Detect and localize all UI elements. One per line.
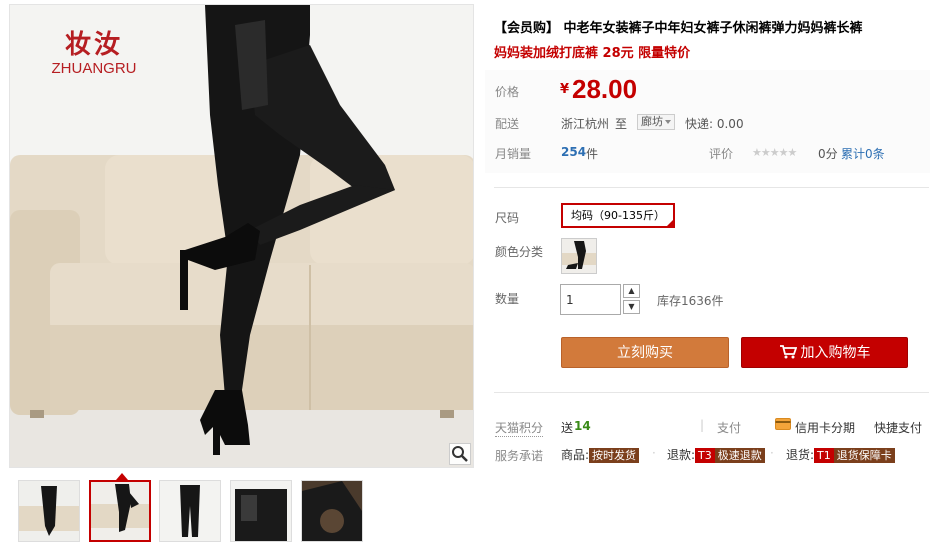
quantity-label: 数量 bbox=[495, 292, 520, 306]
thumbnail-1[interactable] bbox=[18, 480, 80, 542]
tmall-points-label: 天猫积分 bbox=[495, 421, 544, 437]
quantity-increase-button[interactable]: ▲ bbox=[623, 284, 640, 298]
on-time-delivery-badge: 按时发货 bbox=[589, 448, 640, 463]
product-title: 【会员购】 中老年女装裤子中年妇女裤子休闲裤弹力妈妈裤长裤 妈妈装加绒打底裤 2… bbox=[494, 16, 919, 66]
destination-select[interactable]: 廊坊 bbox=[637, 114, 675, 130]
size-label: 尺码 bbox=[495, 211, 520, 225]
shipping-label: 配送 bbox=[495, 117, 520, 131]
quick-pay-link[interactable]: 快捷支付 bbox=[874, 419, 922, 436]
service-refund-label: 退款: bbox=[667, 448, 696, 462]
return-code-badge: T1 bbox=[814, 448, 834, 463]
shipping-from: 浙江杭州 bbox=[561, 117, 610, 131]
quantity-input[interactable] bbox=[560, 284, 621, 315]
service-return-label: 退货: bbox=[786, 448, 815, 462]
rating-score: 0分 bbox=[818, 147, 838, 161]
shipping-to-word: 至 bbox=[615, 117, 628, 131]
rating-stars: ★★★★★ bbox=[752, 146, 797, 159]
service-label: 服务承诺 bbox=[495, 449, 544, 463]
size-option-label: 均码（90-135斤） bbox=[571, 209, 665, 222]
chevron-down-icon bbox=[665, 120, 671, 124]
cart-icon bbox=[779, 345, 797, 359]
thumbnail-4[interactable] bbox=[230, 480, 292, 542]
quantity-decrease-button[interactable]: ▼ bbox=[623, 300, 640, 314]
monthly-sales-label: 月销量 bbox=[495, 147, 532, 161]
brand-name-en: ZHUANGRU bbox=[51, 60, 137, 77]
service-goods-label: 商品: bbox=[561, 448, 590, 462]
points-prefix: 送 bbox=[561, 421, 574, 435]
magnifier-icon bbox=[452, 446, 468, 462]
shipping-express: 快递: 0.00 bbox=[685, 117, 744, 131]
brand-name-cn: 妆汝 bbox=[64, 30, 123, 60]
thumbnail-2[interactable] bbox=[89, 480, 151, 542]
divider: | bbox=[700, 418, 705, 432]
selected-check-icon bbox=[665, 218, 675, 228]
add-to-cart-label: 加入购物车 bbox=[800, 345, 871, 361]
divider bbox=[494, 187, 929, 188]
chevron-up-icon: ▲ bbox=[628, 286, 635, 295]
price-value: 28.00 bbox=[572, 74, 638, 104]
size-option-selected[interactable]: 均码（90-135斤） bbox=[561, 203, 675, 228]
thumbnail-3[interactable] bbox=[159, 480, 221, 542]
pay-label: 支付 bbox=[717, 421, 742, 435]
zoom-button[interactable] bbox=[449, 443, 471, 465]
divider: · bbox=[770, 446, 774, 460]
price-label: 价格 bbox=[495, 85, 520, 99]
credit-installment-link[interactable]: 信用卡分期 bbox=[795, 419, 855, 436]
thumbnail-selected-indicator bbox=[116, 473, 128, 480]
thumbnail-5[interactable] bbox=[301, 480, 363, 542]
divider bbox=[494, 392, 929, 393]
monthly-sales-count: 254 bbox=[561, 145, 587, 159]
return-guarantee-badge: 退货保障卡 bbox=[833, 448, 895, 463]
stock-count: 库存1636件 bbox=[657, 294, 724, 308]
monthly-sales-unit: 件 bbox=[586, 147, 599, 161]
product-title-promo: 妈妈装加绒打底裤 28元 限量特价 bbox=[494, 46, 691, 61]
service-return[interactable]: 退货: T1 退货保障卡 bbox=[786, 446, 895, 463]
service-refund[interactable]: 退款: T3 极速退款 bbox=[667, 446, 765, 463]
service-goods[interactable]: 商品: 按时发货 bbox=[561, 446, 640, 463]
refund-code-badge: T3 bbox=[695, 448, 715, 463]
rating-total-link[interactable]: 累计0条 bbox=[841, 145, 885, 162]
points-value: 14 bbox=[574, 419, 591, 433]
buy-now-button[interactable]: 立刻购买 bbox=[561, 337, 729, 368]
color-option-black[interactable] bbox=[561, 238, 597, 274]
credit-card-icon bbox=[775, 418, 791, 433]
brand-logo: 妆汝 ZHUANGRU bbox=[44, 30, 144, 78]
product-title-line1: 【会员购】 中老年女装裤子中年妇女裤子休闲裤弹力妈妈裤长裤 bbox=[494, 21, 863, 36]
fast-refund-badge: 极速退款 bbox=[714, 448, 765, 463]
color-label: 颜色分类 bbox=[495, 245, 544, 259]
buy-now-label: 立刻购买 bbox=[617, 345, 673, 361]
divider: · bbox=[652, 446, 656, 460]
currency-symbol: ¥ bbox=[560, 82, 570, 97]
destination-value: 廊坊 bbox=[641, 115, 663, 128]
chevron-down-icon: ▼ bbox=[628, 302, 635, 311]
rating-label: 评价 bbox=[709, 147, 734, 161]
add-to-cart-button[interactable]: 加入购物车 bbox=[741, 337, 908, 368]
